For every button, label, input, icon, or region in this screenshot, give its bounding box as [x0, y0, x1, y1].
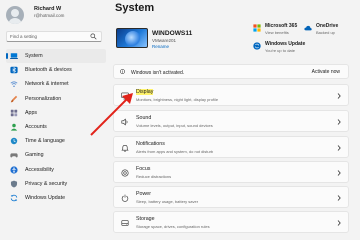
focus-icon	[121, 169, 129, 177]
sidebar-item-label: Accessibility	[25, 166, 54, 173]
bluetooth-icon	[10, 67, 18, 74]
laptop-icon	[10, 53, 18, 60]
speaker-icon	[121, 118, 128, 126]
power-icon	[121, 194, 129, 202]
card-title: Power	[136, 191, 152, 197]
page-title: System	[115, 2, 155, 14]
microsoft-365-subtitle: View benefits	[265, 30, 289, 35]
microsoft-365-tile[interactable]: Microsoft 365 View benefits	[253, 23, 297, 35]
settings-card-storage[interactable]: Storage Storage space, drives, configura…	[113, 211, 349, 233]
sidebar-item-apps[interactable]: Apps	[6, 106, 106, 120]
card-subtitle: Monitors, brightness, night light, displ…	[136, 96, 219, 102]
onedrive-tile[interactable]: OneDrive Backed up	[304, 23, 338, 35]
bell-icon	[121, 144, 129, 152]
sync-icon	[10, 194, 18, 202]
sidebar-item-windows-update[interactable]: Windows Update	[6, 191, 106, 205]
sidebar: Richard W r@hotmail.com System Bluetooth…	[0, 0, 110, 240]
avatar[interactable]	[6, 6, 24, 24]
chevron-right-icon	[337, 93, 341, 99]
cloud-icon	[304, 25, 312, 31]
chevron-right-icon	[337, 170, 341, 176]
chevron-right-icon	[337, 220, 341, 226]
settings-card-notifications[interactable]: Notifications Alerts from apps and syste…	[113, 136, 349, 158]
sidebar-nav: System Bluetooth & devices Network & int…	[6, 49, 106, 205]
sidebar-item-label: Windows Update	[25, 194, 66, 201]
search-box[interactable]	[6, 31, 102, 42]
sidebar-item-privacy-security[interactable]: Privacy & security	[6, 177, 106, 191]
activate-now-button[interactable]: Activate now	[312, 69, 340, 75]
windows-update-title: Windows Update	[265, 41, 306, 47]
storage-icon	[121, 220, 129, 226]
device-name: WINDOWS11	[152, 30, 193, 37]
person-icon	[10, 123, 18, 131]
chevron-right-icon	[337, 195, 341, 201]
sidebar-item-label: Bluetooth & devices	[25, 67, 72, 74]
card-title: Notifications	[136, 141, 165, 147]
wifi-icon	[10, 81, 18, 88]
sidebar-item-time-language[interactable]: Time & language	[6, 134, 106, 148]
sidebar-item-network[interactable]: Network & internet	[6, 77, 106, 91]
search-input[interactable]	[10, 32, 88, 41]
user-email: r@hotmail.com	[34, 13, 65, 18]
settings-card-display[interactable]: Display Monitors, brightness, night ligh…	[113, 84, 349, 106]
user-name: Richard W	[34, 6, 62, 12]
accessibility-icon	[10, 165, 18, 174]
sidebar-item-bluetooth[interactable]: Bluetooth & devices	[6, 63, 106, 77]
card-subtitle: Sleep, battery usage, battery saver	[136, 198, 199, 204]
info-icon	[120, 69, 125, 74]
chevron-right-icon	[337, 119, 341, 125]
sidebar-item-label: Privacy & security	[25, 180, 68, 187]
microsoft-365-title: Microsoft 365	[265, 23, 298, 29]
clock-globe-icon	[10, 138, 18, 145]
sidebar-item-system[interactable]: System	[6, 49, 106, 64]
sidebar-item-label: Apps	[25, 109, 38, 116]
sidebar-item-accessibility[interactable]: Accessibility	[6, 163, 106, 177]
rename-link[interactable]: Rename	[152, 44, 169, 49]
windows-update-tile[interactable]: Windows Update You're up to date	[253, 41, 305, 53]
card-title: Storage	[136, 216, 155, 222]
gamepad-icon	[10, 153, 18, 158]
shield-icon	[10, 180, 18, 188]
card-title: Sound	[136, 115, 152, 121]
onedrive-subtitle: Backed up	[316, 30, 335, 35]
activation-banner: Windows isn't activated. Activate now	[113, 64, 349, 79]
sidebar-item-label: System	[25, 53, 43, 60]
brush-icon	[10, 95, 18, 102]
card-title: Display	[136, 89, 154, 95]
settings-card-sound[interactable]: Sound Volume levels, output, input, soun…	[113, 110, 349, 132]
windows-update-subtitle: You're up to date	[265, 48, 295, 53]
settings-card-power[interactable]: Power Sleep, battery usage, battery save…	[113, 186, 349, 208]
onedrive-title: OneDrive	[316, 23, 339, 29]
monitor-icon	[121, 92, 129, 100]
card-subtitle: Reduce distractions	[136, 173, 172, 179]
activation-message: Windows isn't activated.	[131, 69, 185, 76]
sidebar-item-label: Network & internet	[25, 81, 69, 88]
sidebar-item-gaming[interactable]: Gaming	[6, 148, 106, 162]
card-subtitle: Storage space, drives, configuration rul…	[136, 223, 210, 229]
sidebar-item-label: Accounts	[25, 124, 47, 131]
settings-card-focus[interactable]: Focus Reduce distractions	[113, 161, 349, 183]
sidebar-item-label: Personalization	[25, 95, 62, 102]
sidebar-item-label: Gaming	[25, 152, 44, 159]
sidebar-item-accounts[interactable]: Accounts	[6, 120, 106, 134]
windows-update-icon	[253, 42, 261, 50]
chevron-right-icon	[337, 145, 341, 151]
device-model: VMware201	[152, 38, 177, 43]
sidebar-item-personalization[interactable]: Personalization	[6, 92, 106, 106]
apps-icon	[10, 109, 18, 117]
card-title: Focus	[136, 166, 151, 172]
search-icon[interactable]	[90, 33, 97, 40]
microsoft-logo-icon	[253, 24, 261, 32]
card-subtitle: Alerts from apps and system, do not dist…	[136, 148, 214, 154]
device-thumbnail	[116, 28, 148, 48]
card-subtitle: Volume levels, output, input, sound devi…	[136, 122, 213, 128]
sidebar-item-label: Time & language	[25, 138, 65, 145]
